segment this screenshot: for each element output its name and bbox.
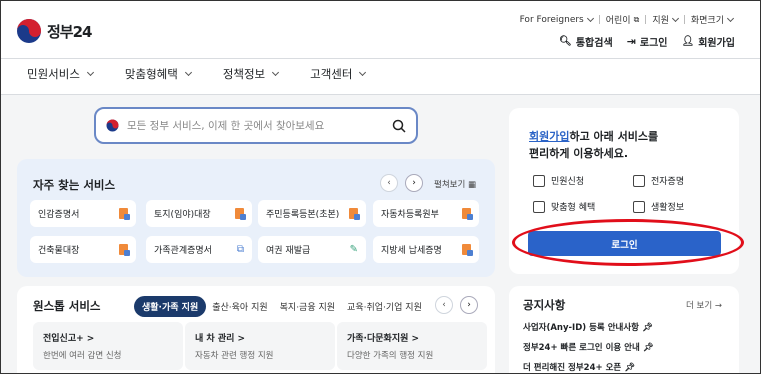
search-icon[interactable] (392, 119, 406, 133)
section-title: 공지사항 (523, 298, 566, 312)
external-link-icon: ⧉ (633, 14, 640, 24)
chevron-down-icon (586, 14, 594, 22)
tab-education-employment[interactable]: 교육·취업·기업 지원 (341, 297, 428, 316)
divider (683, 15, 685, 24)
service-item[interactable]: 여권 재발급 ✎ (258, 236, 366, 263)
main-search-bar[interactable]: 모든 정부 서비스, 이제 한 곳에서 찾아보세요 (94, 107, 418, 144)
taegeuk-emblem-icon (17, 19, 41, 43)
login-service-item: 전자증명 (633, 174, 684, 187)
document-icon (462, 244, 473, 256)
service-item[interactable]: 가족관계증명서 ⧉ (146, 236, 252, 263)
screen-size-menu[interactable]: 화면크기 (691, 13, 735, 26)
expand-link[interactable]: 펼쳐보기 ▦ (434, 178, 476, 190)
document-icon (119, 208, 130, 220)
card-desc: 자동차 관련 행정 지원 (195, 351, 274, 361)
main-nav: 민원서비스 맞춤형혜택 정책정보 고객센터 (27, 66, 367, 82)
next-button[interactable]: › (460, 296, 478, 314)
kids-link[interactable]: 어린이 ⧉ (606, 13, 640, 27)
chevron-left-icon: ‹ (387, 178, 391, 188)
card-title: 내 차 관리 > (195, 334, 246, 344)
arrow-right-icon: → (714, 301, 722, 311)
chevron-right-icon: › (467, 300, 471, 310)
document-icon (349, 208, 360, 220)
login-icon: ⇥ (626, 35, 636, 48)
onestop-card[interactable]: 전입신고+ > 한번에 여러 감면 신청 (33, 322, 183, 370)
integrated-search-button[interactable]: 🔍︎ 통합검색 (559, 34, 613, 49)
chevron-down-icon (726, 14, 735, 22)
certificate-icon (633, 174, 645, 187)
nav-customer-center[interactable]: 고객센터 (310, 66, 367, 82)
login-service-item: 민원신청 (533, 174, 584, 187)
for-foreigners-link[interactable]: For Foreigners (520, 14, 594, 25)
divider (598, 15, 600, 24)
utility-links: For Foreigners 어린이 ⧉ 지원 화면크기 (520, 13, 735, 27)
card-desc: 다양한 가족의 행정 지원 (347, 351, 434, 361)
service-item[interactable]: 주민등록등본(초본) (258, 200, 366, 227)
service-item[interactable]: 자동차등록원부 (373, 200, 479, 227)
section-title: 자주 찾는 서비스 (33, 178, 116, 192)
divider (1, 58, 760, 59)
notice-item[interactable]: 사업자(Any-ID) 등록 안내사항 📌︎ (523, 321, 653, 333)
user-plus-icon: 👤︎ (681, 36, 695, 47)
signup-link[interactable]: 👤︎ 회원가입 (681, 34, 735, 49)
info-icon (633, 200, 645, 213)
service-item[interactable]: 인감증명서 (30, 200, 136, 227)
nav-civil-service[interactable]: 민원서비스 (27, 66, 94, 82)
login-service-item: 맞춤형 혜택 (533, 200, 595, 213)
notice-item[interactable]: 더 편리해진 정부24+ 오픈 📌︎ (523, 361, 635, 373)
support-menu[interactable]: 지원 (652, 13, 679, 26)
login-service-item: 생활정보 (633, 200, 684, 213)
card-title: 전입신고+ > (43, 334, 95, 344)
nav-custom-benefits[interactable]: 맞춤형혜택 (125, 66, 192, 82)
chevron-down-icon (359, 68, 367, 77)
login-link[interactable]: ⇥ 로그인 (627, 34, 668, 49)
pin-icon: 📌︎ (642, 343, 654, 353)
chevron-right-icon: › (412, 178, 416, 188)
section-title: 원스톱 서비스 (33, 299, 101, 313)
taegeuk-emblem-icon (106, 119, 119, 132)
more-link[interactable]: 더 보기 → (686, 299, 722, 311)
signup-prompt: 회원가입하고 아래 서비스를 편리하게 이용하세요. (529, 130, 659, 160)
tab-welfare-finance[interactable]: 복지·금융 지원 (274, 297, 341, 316)
pager: ‹ › (380, 174, 423, 192)
next-button[interactable]: › (405, 174, 423, 192)
pin-icon: 📌︎ (624, 363, 635, 373)
onestop-tabs: 생활·가족 지원 출산·육아 지원 복지·금융 지원 교육·취업·기업 지원 (134, 296, 428, 317)
tab-life-family[interactable]: 생활·가족 지원 (134, 296, 207, 317)
signup-link[interactable]: 회원가입 (529, 130, 569, 143)
tab-birth-childcare[interactable]: 출산·육아 지원 (206, 297, 273, 316)
divider (645, 15, 647, 24)
onestop-card[interactable]: 가족·다문화지원 > 다양한 가족의 행정 지원 (337, 322, 487, 370)
pin-icon: 📌︎ (641, 323, 653, 333)
site-logo[interactable]: 정부24 (16, 18, 92, 44)
highlight-circle (512, 219, 744, 266)
header-actions: 🔍︎ 통합검색 ⇥ 로그인 👤︎ 회원가입 (559, 34, 735, 49)
service-item[interactable]: 토지(임야)대장 (146, 200, 252, 227)
document-icon (462, 208, 473, 220)
form-icon (533, 174, 545, 187)
grid-icon: ▦ (467, 180, 477, 190)
document-icon (235, 208, 246, 220)
notice-item[interactable]: 정부24+ 빠른 로그인 이용 안내 📌︎ (523, 341, 654, 353)
search-icon: 🔍︎ (559, 36, 572, 47)
card-title: 가족·다문화지원 > (347, 334, 420, 344)
search-input[interactable]: 모든 정부 서비스, 이제 한 곳에서 찾아보세요 (127, 118, 384, 133)
document-icon (119, 244, 130, 256)
nav-policy-info[interactable]: 정책정보 (223, 66, 280, 82)
service-item[interactable]: 건축물대장 (30, 236, 136, 263)
prev-button[interactable]: ‹ (380, 174, 398, 192)
chevron-down-icon (184, 68, 192, 77)
prev-button[interactable]: ‹ (435, 296, 453, 314)
service-item[interactable]: 지방세 납세증명 (373, 236, 479, 263)
onestop-card[interactable]: 내 차 관리 > 자동차 관련 행정 지원 (185, 322, 335, 370)
chevron-down-icon (272, 68, 280, 77)
card-desc: 한번에 여러 감면 신청 (43, 351, 122, 361)
logo-text: 정부24 (47, 22, 92, 41)
chevron-down-icon (671, 14, 679, 22)
pen-icon: ✎ (349, 244, 358, 255)
chevron-down-icon (86, 68, 94, 77)
chevron-left-icon: ‹ (442, 300, 446, 310)
external-link-icon: ⧉ (236, 244, 244, 255)
gift-icon (533, 200, 545, 213)
